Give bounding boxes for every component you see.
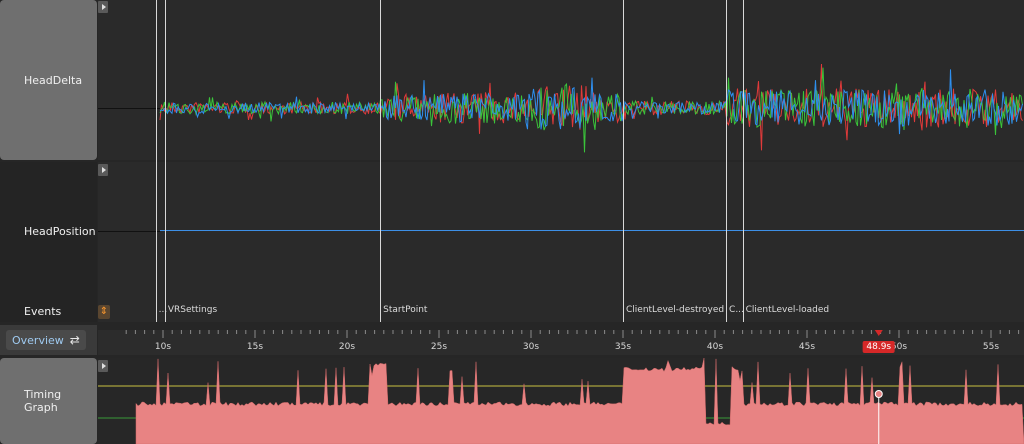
event-marker-label[interactable]: ClientLevel-destroyed bbox=[626, 305, 724, 315]
headdelta-signal bbox=[159, 63, 1023, 153]
event-marker-line[interactable] bbox=[380, 0, 382, 322]
timing-graph-bars bbox=[98, 357, 1024, 444]
tick-label: 10s bbox=[154, 342, 172, 352]
expand-headposition-button[interactable] bbox=[98, 164, 108, 176]
timing-cursor-handle bbox=[874, 390, 883, 398]
track-label-events[interactable]: Events bbox=[0, 300, 97, 322]
playhead-time-badge[interactable]: 48.9s bbox=[862, 341, 896, 353]
overview-button[interactable]: Overview ⇄ bbox=[6, 330, 86, 350]
headdelta-baseline bbox=[98, 108, 160, 109]
sort-icon: ⇕ bbox=[99, 306, 109, 317]
timing-graph-area bbox=[135, 357, 1024, 444]
track-label-timing-graph[interactable]: Timing Graph bbox=[0, 358, 97, 444]
event-marker-label[interactable]: ... bbox=[159, 305, 168, 315]
tick-label: 40s bbox=[706, 342, 724, 352]
overview-label: Overview bbox=[12, 333, 64, 347]
track-label-timing-graph-text: Timing Graph bbox=[24, 388, 62, 414]
headposition-series-line bbox=[160, 230, 1024, 231]
event-marker-line[interactable] bbox=[623, 0, 624, 322]
event-marker-line[interactable] bbox=[742, 0, 744, 322]
events-track-area[interactable] bbox=[98, 300, 1024, 322]
event-marker-line[interactable] bbox=[726, 0, 728, 322]
track-label-headposition-text: HeadPosition bbox=[24, 224, 96, 238]
tick-label: 25s bbox=[430, 342, 448, 352]
playhead-marker bbox=[874, 330, 883, 336]
event-marker-label[interactable]: ClientLevel-loaded bbox=[746, 305, 830, 315]
track-label-headposition[interactable]: HeadPosition bbox=[0, 162, 97, 300]
overview-bar: Overview ⇄ bbox=[0, 325, 97, 355]
track-label-events-text: Events bbox=[24, 304, 62, 318]
event-marker-line[interactable] bbox=[155, 0, 157, 322]
tick-label: 45s bbox=[798, 342, 816, 352]
expand-headdelta-button[interactable] bbox=[98, 1, 108, 13]
headposition-track-area[interactable] bbox=[98, 162, 1024, 300]
swap-arrows-icon: ⇄ bbox=[69, 333, 80, 347]
track-label-headdelta[interactable]: HeadDelta bbox=[0, 0, 97, 160]
tick-label: 15s bbox=[246, 342, 264, 352]
event-marker-label[interactable]: VRSettings bbox=[168, 305, 217, 315]
track-label-headdelta-text: HeadDelta bbox=[24, 73, 83, 87]
tick-label: 55s bbox=[982, 342, 1000, 352]
tick-label: 30s bbox=[522, 342, 540, 352]
event-marker-label[interactable]: StartPoint bbox=[383, 305, 427, 315]
tick-label: 35s bbox=[614, 342, 632, 352]
headposition-baseline bbox=[98, 231, 160, 232]
events-sort-button[interactable]: ⇕ bbox=[98, 305, 110, 319]
event-marker-line[interactable] bbox=[164, 0, 166, 322]
tick-label: 20s bbox=[338, 342, 356, 352]
